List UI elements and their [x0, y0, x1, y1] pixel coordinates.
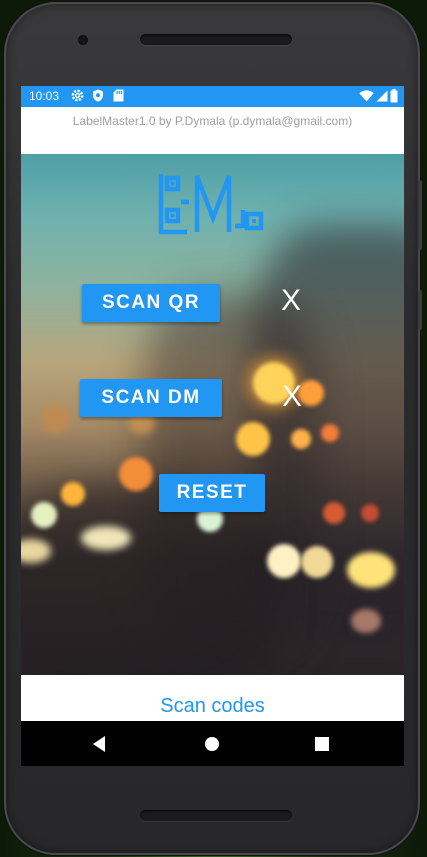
emulator-stage: 10:03 LabelMaster1.0 by P.Dymala (p.dyma… [0, 0, 427, 857]
battery-icon [390, 89, 398, 103]
recents-icon[interactable] [311, 733, 333, 755]
shield-icon [93, 89, 103, 102]
status-bar: 10:03 [21, 86, 404, 107]
bokeh-light [347, 552, 395, 588]
bokeh-light [81, 526, 131, 550]
power-button [418, 290, 422, 330]
reset-button[interactable]: RESET [159, 474, 265, 512]
qr-status-mark: X [281, 284, 302, 317]
bokeh-light [291, 429, 311, 449]
bokeh-light [361, 504, 379, 522]
lm-logo-icon [158, 174, 264, 235]
scan-dm-button[interactable]: SCAN DM [80, 379, 222, 417]
bottom-speaker [140, 810, 292, 821]
bokeh-light [351, 609, 381, 633]
app-title: LabelMaster1.0 by P.Dymala (p.dymala@gma… [72, 114, 353, 128]
signal-icon [376, 90, 388, 102]
scan-qr-button[interactable]: SCAN QR [82, 284, 220, 322]
street-shadow [21, 484, 281, 675]
front-camera [78, 35, 88, 45]
scan-codes-label: Scan codes [160, 695, 265, 717]
top-speaker [140, 34, 292, 45]
status-time: 10:03 [29, 89, 60, 103]
bokeh-light [41, 404, 71, 434]
bokeh-light [323, 502, 345, 524]
bokeh-light [301, 546, 333, 578]
bottom-bar: Scan codes [21, 675, 404, 721]
back-icon[interactable] [89, 733, 111, 755]
volume-button [418, 180, 422, 250]
device-screen: 10:03 LabelMaster1.0 by P.Dymala (p.dyma… [21, 86, 404, 766]
bokeh-light [236, 422, 270, 456]
app-title-bar: LabelMaster1.0 by P.Dymala (p.dymala@gma… [21, 107, 404, 154]
bokeh-light [321, 424, 339, 442]
home-icon[interactable] [201, 733, 223, 755]
bokeh-light [61, 482, 85, 506]
bokeh-light [119, 457, 153, 491]
background-image: SCAN QR X SCAN DM X RESET [21, 154, 404, 675]
dm-status-mark: X [282, 380, 303, 413]
sd-card-icon [113, 89, 124, 102]
bokeh-light [267, 544, 301, 578]
bokeh-light [31, 502, 57, 528]
gear-icon [71, 89, 84, 102]
navigation-bar [21, 721, 404, 766]
wifi-icon [359, 90, 374, 102]
